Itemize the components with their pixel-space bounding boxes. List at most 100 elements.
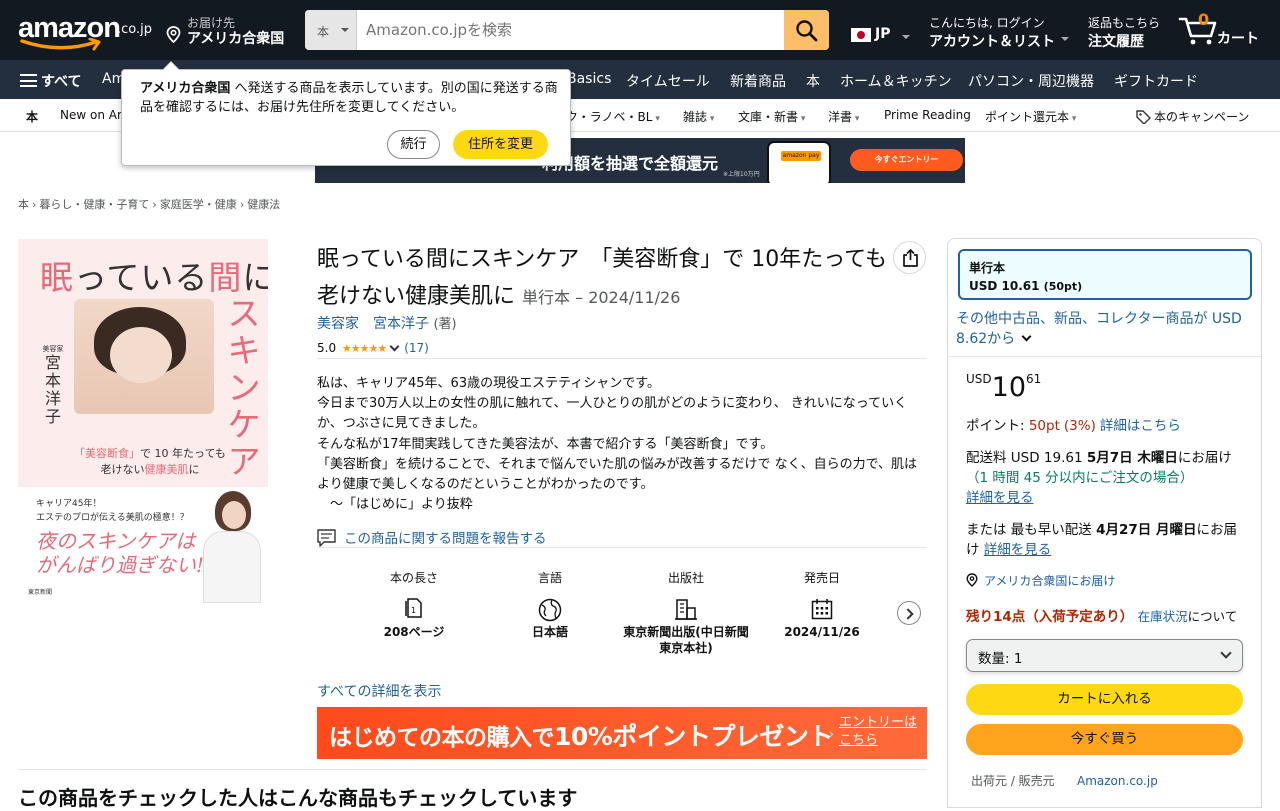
main-nav-item-books[interactable]: 本 — [806, 71, 820, 91]
cart-label: カート — [1217, 31, 1259, 47]
first-purchase-promo-banner[interactable]: はじめての本の購入で10%ポイントプレゼント › エントリーはこちら — [317, 707, 927, 759]
breadcrumb: 本 › 暮らし・健康・子育て › 家庭医学・健康 › 健康法 — [18, 196, 280, 212]
chevron-right-icon: › — [32, 198, 37, 211]
author-link[interactable]: 宮本洋子 — [373, 316, 429, 332]
search-input[interactable] — [357, 10, 784, 50]
amazon-pay-badge: amazon pay — [781, 151, 821, 161]
cart-button[interactable]: 0 カート — [1178, 10, 1268, 50]
points-line: ポイント: 50pt (3%) 詳細はこちら — [966, 418, 1181, 434]
main-nav-item-giftcard[interactable]: ギフトカード — [1114, 71, 1198, 91]
description-line: そんな私が17年間実践してきた美容法が、本書で紹介する「美容断食」です。 — [317, 436, 774, 452]
main-nav-item-timesale[interactable]: タイムセール — [626, 71, 710, 91]
sub-nav-books[interactable]: 本 — [26, 108, 38, 125]
account-label: アカウント＆リスト — [929, 34, 1055, 50]
sub-nav-points-books[interactable]: ポイント還元本 — [985, 108, 1076, 125]
amazon-logo[interactable]: amazon .co.jp — [18, 12, 153, 52]
stock-link[interactable]: 在庫状況 — [1138, 609, 1188, 624]
detail-release-date: 発売日 2024/11/26 — [757, 569, 887, 640]
search-button[interactable] — [784, 10, 829, 50]
show-all-details-link[interactable]: すべての詳細を表示 — [317, 681, 441, 701]
chevron-down-icon — [1021, 331, 1032, 342]
breadcrumb-item[interactable]: 暮らし・健康・子育て — [39, 198, 149, 211]
orders-label: 注文履歴 — [1088, 34, 1144, 50]
star-rating-icon[interactable]: ★★★★★ — [342, 342, 387, 355]
sub-nav-comics[interactable]: ク・ラノベ・BL — [566, 108, 660, 125]
sub-nav-foreign-books[interactable]: 洋書 — [828, 108, 859, 125]
seller-info: 出荷元 / 販売元 Amazon.co.jp — [971, 772, 1158, 789]
breadcrumb-item[interactable]: 健康法 — [247, 198, 280, 211]
main-nav-item-home-kitchen[interactable]: ホーム＆キッチン — [840, 71, 952, 91]
banner-entry-button[interactable]: 今すぐエントリー — [850, 149, 963, 171]
points-details-link[interactable]: 詳細はこちら — [1100, 418, 1181, 434]
main-nav-item-basics[interactable]: Basics — [567, 71, 611, 87]
cover-lower: キャリア45年！ エステのプロが伝える美肌の極意！？ 夜のスキンケアは がんばり過ぎ… — [18, 487, 268, 604]
account-lists-menu[interactable]: こんにちは, ログイン アカウント＆リスト — [929, 14, 1074, 51]
banner-note: ※上限10万円 — [723, 171, 760, 178]
buy-now-button[interactable]: 今すぐ買う — [966, 724, 1243, 755]
returns-label: 返品もこちら — [1088, 16, 1161, 30]
search-bar: 本 — [305, 10, 829, 50]
book-cover-image[interactable]: 眠っている間に スキンケア 美容家 宮本洋子 「美容断食」で 10 年たっても 老け… — [18, 239, 268, 604]
tag-icon — [1136, 110, 1151, 125]
author-photo — [201, 491, 261, 603]
sub-nav-bunko[interactable]: 文庫・新書 — [738, 108, 805, 125]
rating-summary: 5.0 ★★★★★ (17) — [317, 341, 429, 355]
main-nav-item-pc[interactable]: パソコン・周辺機器 — [968, 71, 1094, 91]
top-nav-bar: amazon .co.jp お届け先 アメリカ合衆国 本 JP — [0, 0, 1280, 60]
shipping-info: 配送料 USD 19.61 5月7日 木曜日にお届け （1 時間 45 分以内にご… — [966, 450, 1232, 506]
author-role-link[interactable]: 美容家 — [317, 316, 359, 332]
caret-down-icon — [1061, 37, 1069, 41]
fastest-details-link[interactable]: 詳細を見る — [984, 542, 1052, 558]
change-address-button[interactable]: 住所を変更 — [453, 130, 548, 159]
cart-count: 0 — [1198, 10, 1210, 29]
seller-link[interactable]: Amazon.co.jp — [1077, 774, 1158, 788]
breadcrumb-item[interactable]: 本 — [18, 198, 29, 211]
sub-nav-magazines[interactable]: 雑誌 — [683, 108, 714, 125]
add-to-cart-button[interactable]: カートに入れる — [966, 684, 1243, 715]
caret-down-icon — [341, 28, 349, 32]
shipping-details-link[interactable]: 詳細を見る — [966, 490, 1034, 506]
main-nav-item-new[interactable]: 新着商品 — [730, 71, 786, 91]
calendar-icon — [811, 599, 833, 620]
sub-nav-new-on-amazon[interactable]: New on Am — [60, 108, 129, 122]
all-menu-button[interactable]: すべて — [20, 71, 81, 91]
promo-entry-link[interactable]: › エントリーはこちら — [829, 714, 919, 750]
sub-nav-prime-reading[interactable]: Prime Reading — [884, 108, 971, 122]
author-role: (著) — [433, 317, 457, 332]
chevron-right-icon: › — [239, 198, 245, 211]
cover-author: 美容家 宮本洋子 — [42, 345, 64, 426]
description-line: 「美容断食」を続けることで、それまで悩んでいた肌の悩みが改善するだけで なく、自… — [317, 456, 918, 493]
other-offers-label: その他中古品、新品、コレクター商品が USD 8.62から — [956, 311, 1242, 347]
search-category-dropdown[interactable]: 本 — [305, 10, 357, 50]
carousel-next-button[interactable] — [897, 601, 921, 625]
popover-country: アメリカ合衆国 — [140, 81, 231, 96]
breadcrumb-item[interactable]: 家庭医学・健康 — [160, 198, 237, 211]
description-line: ～「はじめに」より抜粋 — [317, 497, 473, 513]
description-line: 今日まで30万人以上の女性の肌に触れて、一人ひとりの肌がどのように変わり、 きれ… — [317, 396, 908, 432]
phone-illustration: amazon pay — [767, 141, 831, 183]
format-option-selected[interactable]: 単行本 USD 10.61 (50pt) — [958, 249, 1252, 300]
cover-tagline: キャリア45年！ エステのプロが伝える美肌の極意！？ — [36, 499, 189, 523]
price-currency: USD — [966, 372, 992, 386]
continue-button[interactable]: 続行 — [387, 130, 440, 159]
detail-value: 東京新聞出版(中日新聞東京本社) — [623, 625, 749, 655]
report-issue-link[interactable]: この商品に関する問題を報告する — [317, 527, 547, 547]
review-count-link[interactable]: (17) — [404, 341, 429, 355]
chevron-down-icon[interactable] — [389, 341, 400, 352]
chevron-right-icon: › — [829, 727, 834, 741]
delivery-location-popover: アメリカ合衆国 へ発送する商品を表示しています。別の国に発送する商品を確認するに… — [121, 61, 571, 166]
stock-count: 残り14点（入荷予定あり） — [966, 609, 1134, 625]
deliver-to-link[interactable]: アメリカ合衆国にお届け — [966, 571, 1246, 591]
svg-text:1: 1 — [411, 606, 416, 615]
other-offers-link[interactable]: その他中古品、新品、コレクター商品が USD 8.62から — [956, 309, 1246, 349]
price: USD1061 — [966, 372, 1041, 403]
fastest-delivery-date: 4月27日 月曜日 — [1096, 522, 1197, 538]
location-pin-icon — [966, 573, 978, 587]
detail-label: 発売日 — [803, 571, 840, 585]
detail-label: 言語 — [537, 571, 562, 585]
account-greeting: こんにちは, ログイン — [929, 16, 1045, 30]
share-button[interactable] — [893, 241, 926, 274]
returns-orders-link[interactable]: 返品もこちら 注文履歴 — [1088, 14, 1160, 51]
quantity-select[interactable]: 数量: 1 — [966, 639, 1243, 672]
sub-nav-campaign[interactable]: 本のキャンペーン — [1136, 108, 1249, 125]
